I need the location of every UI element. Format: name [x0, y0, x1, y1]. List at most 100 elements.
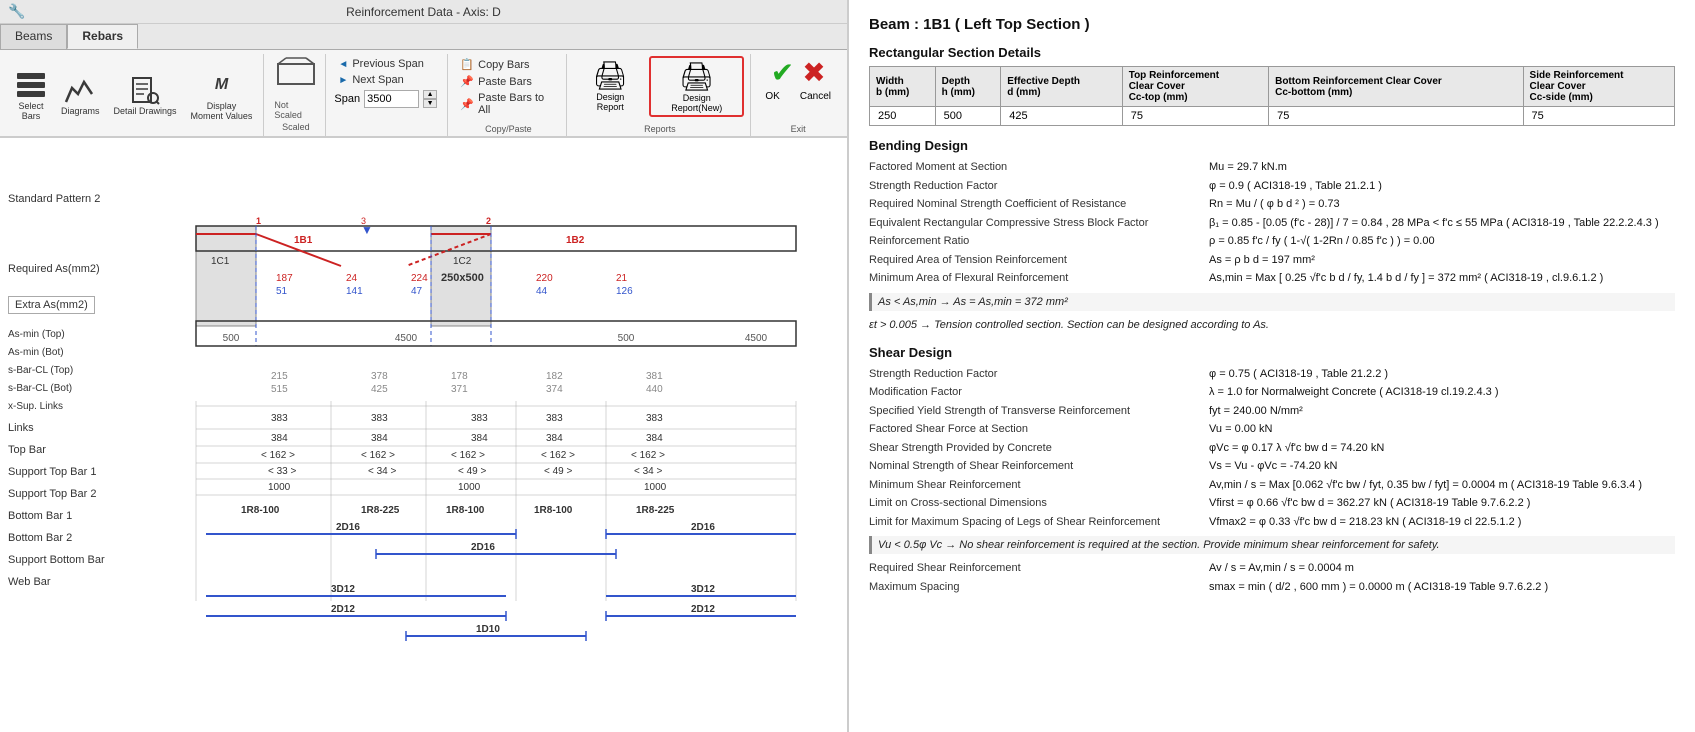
svg-text:▼: ▼: [361, 223, 373, 237]
span-down-button[interactable]: ▼: [423, 99, 437, 108]
shear-row-5: Nominal Strength of Shear Reinforcement …: [869, 458, 1675, 475]
val-width: 250: [870, 107, 936, 126]
main-content: Standard Pattern 2 Required As(mm2) Extr…: [0, 138, 847, 732]
span-input[interactable]: [364, 90, 419, 108]
col-eff-depth: Effective Depthd (mm): [1001, 67, 1122, 107]
shear-row2-0: Required Shear Reinforcement Av / s = Av…: [869, 560, 1675, 577]
select-bars-button[interactable]: Select Bars: [10, 66, 52, 124]
svg-text:383: 383: [471, 413, 488, 424]
select-bars-group: Select Bars Diagrams: [4, 54, 264, 136]
svg-text:250x500: 250x500: [441, 272, 484, 284]
copy-bars-button[interactable]: 📋 Copy Bars: [456, 56, 533, 73]
previous-span-button[interactable]: ◄ Previous Span: [334, 56, 441, 72]
next-span-button[interactable]: ► Next Span: [334, 72, 441, 88]
detail-drawings-button[interactable]: Detail Drawings: [109, 71, 182, 119]
bending-row-0: Factored Moment at Section Mu = 29.7 kN.…: [869, 159, 1675, 176]
support-top-bar1-label-row: Support Top Bar 1: [8, 466, 163, 488]
svg-text:< 33 >: < 33 >: [268, 466, 297, 477]
design-report-new-button[interactable]: 🖨 Design Report(New): [649, 56, 744, 117]
scaled-icon: [276, 56, 316, 98]
val-depth: 500: [935, 107, 1001, 126]
ribbon: Select Bars Diagrams: [0, 50, 847, 138]
navigation-group: ◄ Previous Span ► Next Span Span ▲ ▼: [328, 54, 448, 136]
svg-text:182: 182: [546, 371, 563, 382]
svg-text:515: 515: [271, 384, 288, 395]
col-depth: Depthh (mm): [935, 67, 1001, 107]
svg-text:44: 44: [536, 286, 548, 297]
beam-title: Beam : 1B1 ( Left Top Section ): [869, 16, 1675, 33]
support-top-bar2-label-row: Support Top Bar 2: [8, 488, 163, 510]
svg-text:383: 383: [271, 413, 288, 424]
svg-text:1000: 1000: [268, 482, 291, 493]
extra-as-label-row: Extra As(mm2): [8, 296, 163, 326]
scaled-label: Scaled: [282, 122, 310, 132]
cancel-icon: ✖: [802, 57, 825, 88]
col-top-reinf: Top ReinforcementClear CoverCc-top (mm): [1122, 67, 1268, 107]
design-report-new-label: Design Report(New): [657, 93, 736, 113]
links-label-row: Links: [8, 422, 163, 444]
detail-drawings-label: Detail Drawings: [114, 106, 177, 116]
col-bot-reinf: Bottom Reinforcement Clear CoverCc-botto…: [1269, 67, 1523, 107]
svg-text:178: 178: [451, 371, 468, 382]
paste-bars-button[interactable]: 📌 Paste Bars: [456, 73, 536, 90]
shear-row-6: Minimum Shear Reinforcement Av,min / s =…: [869, 477, 1675, 494]
svg-text:< 162 >: < 162 >: [631, 450, 665, 461]
cancel-button[interactable]: ✖: [802, 56, 825, 89]
exit-group: ✔ ✖ OK Cancel Exit: [753, 54, 843, 136]
svg-text:< 49 >: < 49 >: [458, 466, 487, 477]
right-panel: Beam : 1B1 ( Left Top Section ) Rectangu…: [848, 0, 1695, 732]
formula2: εt > 0.005 → Tension controlled section.…: [869, 317, 1675, 333]
svg-text:3D12: 3D12: [331, 584, 355, 595]
paste-all-icon: 📌: [460, 98, 474, 111]
tab-rebars[interactable]: Rebars: [67, 24, 138, 49]
paste-bars-all-button[interactable]: 📌 Paste Bars to All: [456, 90, 560, 118]
bottom-bar2-label-row: Bottom Bar 2: [8, 532, 163, 554]
diagrams-button[interactable]: Diagrams: [56, 71, 105, 119]
svg-text:2D16: 2D16: [336, 522, 360, 533]
svg-text:1: 1: [256, 216, 261, 226]
shear-note: Vu < 0.5φ Vc → No shear reinforcement is…: [869, 536, 1675, 554]
exit-group-label: Exit: [791, 122, 806, 134]
svg-text:187: 187: [276, 273, 293, 284]
svg-text:24: 24: [346, 273, 358, 284]
svg-text:2D12: 2D12: [691, 604, 715, 615]
ok-label: OK: [765, 91, 779, 102]
svg-text:440: 440: [646, 384, 663, 395]
tab-beams[interactable]: Beams: [0, 24, 67, 49]
svg-text:4500: 4500: [745, 333, 768, 344]
shear-row-0: Strength Reduction Factor φ = 0.75 ( ACI…: [869, 366, 1675, 383]
ok-button[interactable]: ✔: [771, 56, 794, 89]
svg-text:1R8-100: 1R8-100: [534, 505, 573, 516]
svg-text:500: 500: [223, 333, 240, 344]
formula1: As < As,min → As = As,min = 372 mm²: [869, 293, 1675, 311]
svg-text:1000: 1000: [644, 482, 667, 493]
paste-bars-all-label: Paste Bars to All: [478, 92, 556, 116]
display-moment-label: DisplayMoment Values: [191, 101, 253, 121]
paste-icon: 📌: [460, 75, 474, 88]
design-report-button[interactable]: 🖨 Design Report: [575, 56, 645, 117]
svg-text:383: 383: [646, 413, 663, 424]
svg-text:126: 126: [616, 286, 633, 297]
diagram-area: 500 4500 500 4500 250x500: [163, 146, 839, 724]
web-bar-label-row: Web Bar: [8, 576, 163, 598]
tab-bar: Beams Rebars: [0, 24, 847, 50]
reports-group-label: Reports: [644, 122, 676, 134]
col-side-reinf: Side ReinforcementClear CoverCc-side (mm…: [1523, 67, 1674, 107]
display-moment-button[interactable]: M DisplayMoment Values: [186, 66, 258, 124]
svg-text:1B2: 1B2: [566, 235, 585, 246]
span-up-button[interactable]: ▲: [423, 90, 437, 99]
copy-icon: 📋: [460, 58, 474, 71]
design-report-icon: 🖨: [593, 59, 629, 92]
svg-text:425: 425: [371, 384, 388, 395]
svg-text:1R8-225: 1R8-225: [361, 505, 400, 516]
val-eff-depth: 425: [1001, 107, 1122, 126]
sbar-cl-bot-label-row: s-Bar-CL (Bot): [8, 382, 163, 400]
svg-text:1R8-225: 1R8-225: [636, 505, 675, 516]
asmin-top-label-row: As-min (Top): [8, 328, 163, 346]
select-bars-icon: [15, 69, 47, 101]
svg-text:< 34 >: < 34 >: [634, 466, 663, 477]
copy-paste-group: 📋 Copy Bars 📌 Paste Bars 📌 Paste Bars to…: [450, 54, 567, 136]
support-bottom-bar-label-row: Support Bottom Bar: [8, 554, 163, 576]
svg-text:500: 500: [618, 333, 635, 344]
svg-text:47: 47: [411, 286, 423, 297]
